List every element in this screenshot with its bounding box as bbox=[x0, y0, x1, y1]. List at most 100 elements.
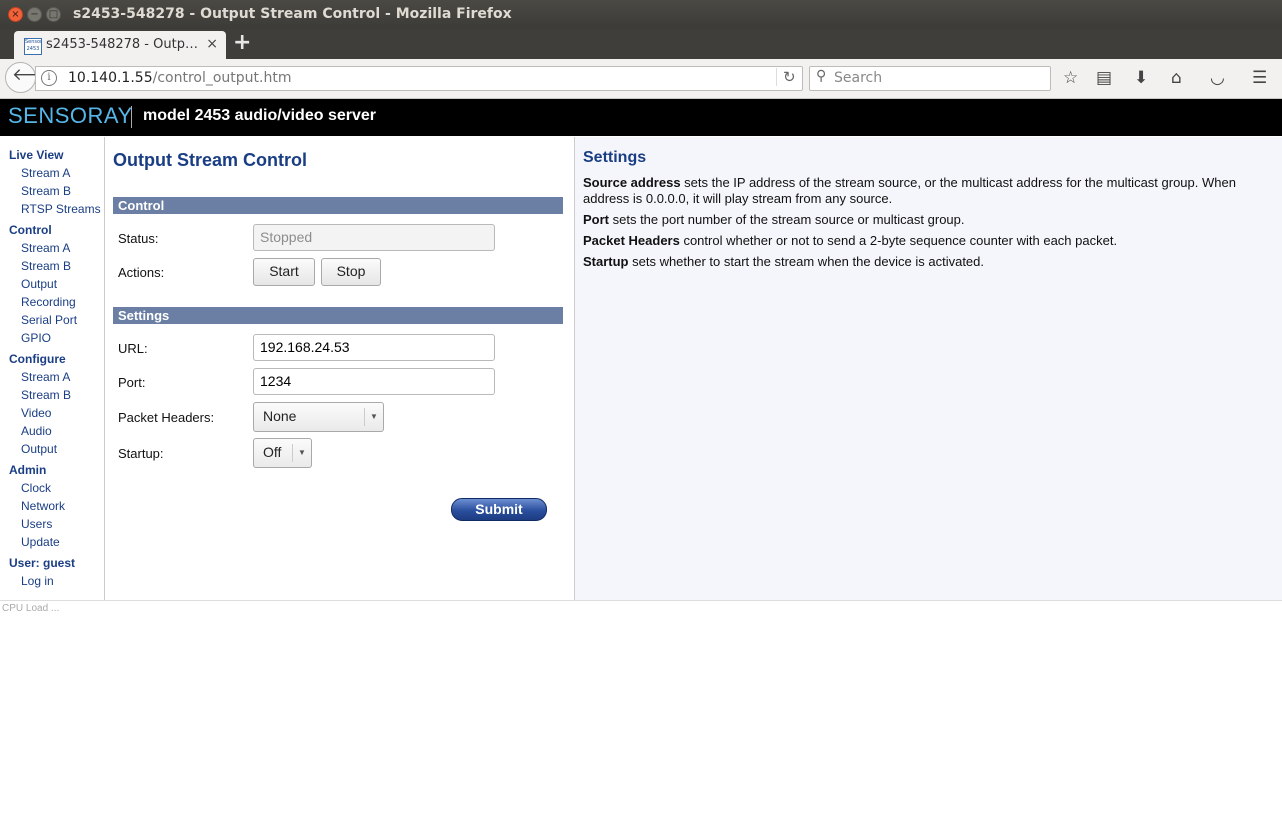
url-bar[interactable]: i 10.140.1.55/control_output.htm ↻ bbox=[35, 66, 803, 91]
control-section-header: Control bbox=[113, 197, 563, 214]
search-icon: ⚲ bbox=[816, 68, 827, 84]
help-term: Port bbox=[583, 212, 609, 227]
nav-item-configure-stream-a[interactable]: Stream A bbox=[21, 370, 70, 384]
url-text[interactable]: 10.140.1.55/control_output.htm bbox=[68, 70, 291, 86]
startup-label: Startup: bbox=[118, 446, 164, 461]
nav-item-video[interactable]: Video bbox=[21, 406, 51, 420]
nav-item-network[interactable]: Network bbox=[21, 499, 65, 513]
cpu-load-indicator: CPU Load ... bbox=[2, 603, 60, 614]
reading-list-icon[interactable]: ▤ bbox=[1096, 68, 1112, 88]
control-section-title: Control bbox=[118, 198, 165, 213]
help-term: Source address bbox=[583, 175, 681, 190]
new-tab-button[interactable]: + bbox=[233, 30, 251, 55]
packet-headers-select[interactable]: None ▼ bbox=[253, 402, 384, 432]
output-stream-form: Output Stream Control Control Status: St… bbox=[105, 137, 573, 600]
nav-item-users[interactable]: Users bbox=[21, 517, 52, 531]
back-button[interactable]: 🡐 bbox=[5, 62, 58, 93]
stop-button[interactable]: Stop bbox=[321, 258, 381, 286]
help-text: sets the port number of the stream sourc… bbox=[609, 212, 965, 227]
nav-item-audio[interactable]: Audio bbox=[21, 424, 52, 438]
status-label: Status: bbox=[118, 231, 159, 246]
hamburger-menu-icon[interactable]: ☰ bbox=[1252, 68, 1267, 88]
nav-item-control-output[interactable]: Output bbox=[21, 277, 57, 291]
nav-item-recording[interactable]: Recording bbox=[21, 295, 76, 309]
startup-select[interactable]: Off ▼ bbox=[253, 438, 312, 468]
nav-heading-configure[interactable]: Configure bbox=[9, 352, 66, 366]
window-maximize-button[interactable]: □ bbox=[46, 7, 61, 22]
page-subtitle: model 2453 audio/video server bbox=[143, 107, 376, 124]
window-title: s2453-548278 - Output Stream Control - M… bbox=[73, 6, 512, 22]
settings-section-title: Settings bbox=[118, 308, 170, 323]
chevron-down-icon: ▼ bbox=[292, 444, 311, 462]
help-text: sets whether to start the stream when th… bbox=[628, 254, 985, 269]
help-term: Startup bbox=[583, 254, 629, 269]
nav-item-log-in[interactable]: Log in bbox=[21, 574, 54, 588]
nav-item-live-stream-b[interactable]: Stream B bbox=[21, 184, 71, 198]
url-host: 10.140.1.55 bbox=[68, 70, 153, 86]
nav-item-live-stream-a[interactable]: Stream A bbox=[21, 166, 70, 180]
url-value: 192.168.24.53 bbox=[260, 339, 350, 355]
tab-title: s2453-548278 - Outp… bbox=[46, 37, 198, 52]
startup-value: Off bbox=[263, 444, 282, 460]
page-header: SENSORAY model 2453 audio/video server bbox=[0, 99, 1282, 136]
url-field[interactable]: 192.168.24.53 bbox=[253, 334, 495, 361]
download-icon[interactable]: ⬇ bbox=[1134, 68, 1148, 88]
left-nav: Live View Stream A Stream B RTSP Streams… bbox=[0, 137, 105, 600]
chevron-down-icon: ▼ bbox=[364, 408, 383, 426]
navigation-toolbar: 🡐 i 10.140.1.55/control_output.htm ↻ ⚲ S… bbox=[0, 59, 1282, 99]
reload-icon[interactable]: ↻ bbox=[776, 68, 796, 86]
nav-heading-admin[interactable]: Admin bbox=[9, 463, 46, 477]
port-value: 1234 bbox=[260, 373, 292, 389]
help-source-address: Source address sets the IP address of th… bbox=[583, 175, 1263, 207]
nav-item-control-stream-b[interactable]: Stream B bbox=[21, 259, 71, 273]
nav-item-update[interactable]: Update bbox=[21, 535, 60, 549]
nav-item-clock[interactable]: Clock bbox=[21, 481, 51, 495]
nav-heading-live-view[interactable]: Live View bbox=[9, 148, 63, 162]
help-term: Packet Headers bbox=[583, 233, 680, 248]
help-startup: Startup sets whether to start the stream… bbox=[583, 254, 1263, 270]
status-value: Stopped bbox=[260, 229, 313, 245]
header-divider bbox=[131, 106, 132, 128]
search-input[interactable]: ⚲ Search bbox=[809, 66, 1051, 91]
nav-item-rtsp-streams[interactable]: RTSP Streams bbox=[21, 202, 101, 216]
help-text: control whether or not to send a 2-byte … bbox=[679, 233, 1118, 248]
help-title: Settings bbox=[583, 149, 647, 166]
start-button[interactable]: Start bbox=[253, 258, 315, 286]
home-icon[interactable]: ⌂ bbox=[1171, 68, 1182, 88]
pocket-icon[interactable]: ◡ bbox=[1210, 68, 1225, 88]
tab-strip: Sensoray 2453 s2453-548278 - Outp… × + bbox=[0, 29, 1282, 59]
page-title: Output Stream Control bbox=[113, 150, 307, 170]
tab-close-icon[interactable]: × bbox=[206, 36, 218, 52]
status-field: Stopped bbox=[253, 224, 495, 251]
search-placeholder: Search bbox=[834, 70, 883, 86]
url-label: URL: bbox=[118, 341, 148, 356]
nav-item-control-stream-a[interactable]: Stream A bbox=[21, 241, 70, 255]
nav-heading-user: User: guest bbox=[9, 556, 76, 570]
settings-section-header: Settings bbox=[113, 307, 563, 324]
sensoray-logo: SENSORAY bbox=[8, 103, 133, 128]
bookmark-star-icon[interactable]: ☆ bbox=[1063, 68, 1078, 88]
help-panel: Settings Source address sets the IP addr… bbox=[574, 137, 1282, 600]
url-path: /control_output.htm bbox=[152, 70, 292, 86]
help-text: sets the IP address of the stream source… bbox=[583, 175, 1236, 206]
footer-divider bbox=[0, 600, 1282, 601]
site-info-icon[interactable]: i bbox=[41, 70, 57, 86]
window-minimize-button[interactable]: − bbox=[27, 7, 42, 22]
nav-item-configure-stream-b[interactable]: Stream B bbox=[21, 388, 71, 402]
window-close-button[interactable]: × bbox=[8, 7, 23, 22]
nav-heading-control[interactable]: Control bbox=[9, 223, 52, 237]
help-packet-headers: Packet Headers control whether or not to… bbox=[583, 233, 1263, 249]
nav-item-gpio[interactable]: GPIO bbox=[21, 331, 51, 345]
sensoray-favicon-icon: Sensoray 2453 bbox=[24, 38, 42, 55]
actions-label: Actions: bbox=[118, 265, 165, 280]
nav-item-serial-port[interactable]: Serial Port bbox=[21, 313, 77, 327]
port-label: Port: bbox=[118, 375, 146, 390]
packet-headers-label: Packet Headers: bbox=[118, 410, 215, 425]
tab-active[interactable]: Sensoray 2453 s2453-548278 - Outp… × bbox=[14, 31, 226, 59]
help-port: Port sets the port number of the stream … bbox=[583, 212, 1263, 228]
nav-item-configure-output[interactable]: Output bbox=[21, 442, 57, 456]
port-field[interactable]: 1234 bbox=[253, 368, 495, 395]
window-titlebar: × − □ s2453-548278 - Output Stream Contr… bbox=[0, 0, 1282, 29]
packet-headers-value: None bbox=[263, 408, 297, 424]
submit-button[interactable]: Submit bbox=[451, 498, 547, 521]
